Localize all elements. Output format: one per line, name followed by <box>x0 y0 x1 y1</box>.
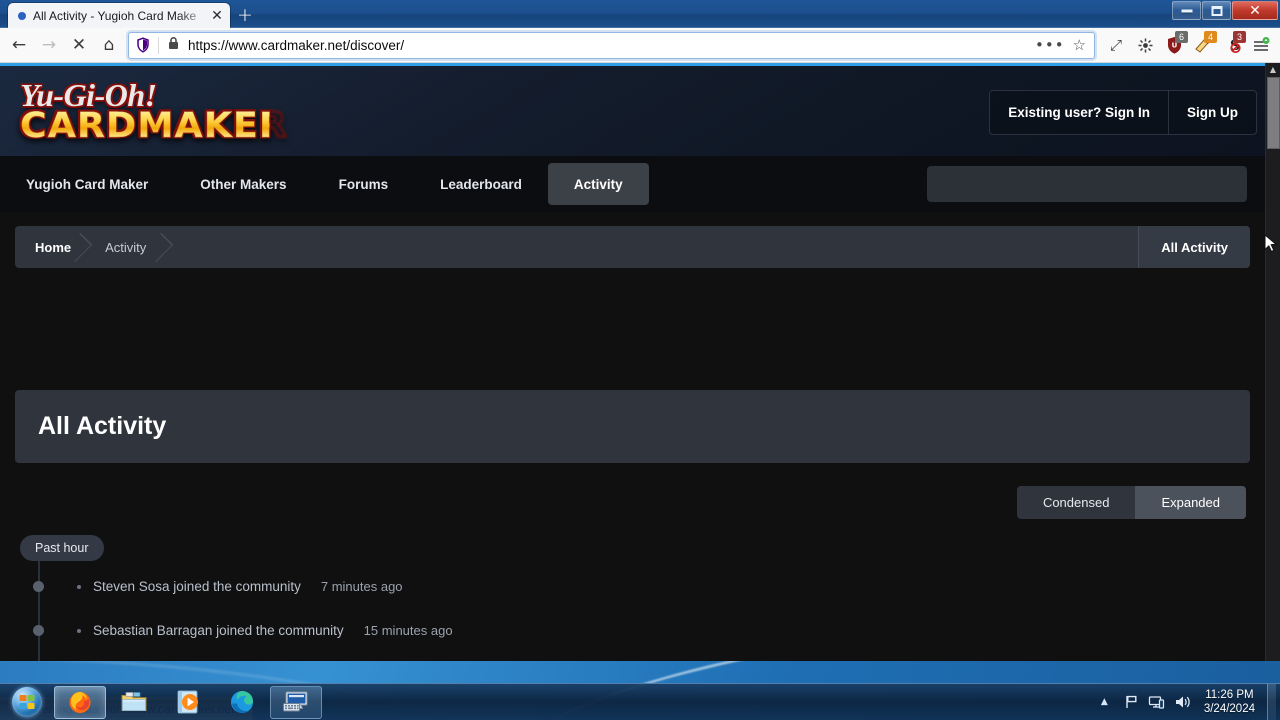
tracking-protection-shield-icon[interactable] <box>135 37 151 53</box>
page-title-panel: All Activity <box>15 390 1250 463</box>
nav-item-yugioh-card-maker[interactable]: Yugioh Card Maker <box>0 156 174 212</box>
volume-icon[interactable] <box>1170 694 1196 710</box>
bookmark-star-icon[interactable]: ☆ <box>1073 36 1088 54</box>
screen: All Activity - Yugioh Card Make ✕ + ✕ ← … <box>0 0 1280 720</box>
logo-line-2: CARDMAKER <box>20 106 288 146</box>
view-expanded-button[interactable]: Expanded <box>1135 486 1246 519</box>
page-scrollbar[interactable]: ▲ <box>1265 63 1280 661</box>
activity-text: Steven Sosa joined the community <box>93 579 301 594</box>
minimize-icon <box>1181 9 1192 12</box>
show-desktop-button[interactable] <box>1267 683 1276 720</box>
show-hidden-icons-icon[interactable]: ▲ <box>1091 697 1118 707</box>
extensions-area: ⤢ U 6 4 S 3 <box>1103 31 1280 58</box>
app-menu-icon[interactable] <box>1248 32 1274 58</box>
fullscreen-icon[interactable]: ⤢ <box>1103 32 1129 58</box>
page-content: Yu-Gi-Oh! CARDMAKER Existing user? Sign … <box>0 63 1265 661</box>
page-actions-icon[interactable]: ••• <box>1029 36 1071 54</box>
scriptblock-icon[interactable]: S 3 <box>1219 31 1246 58</box>
tab-title: All Activity - Yugioh Card Make <box>33 8 197 23</box>
taskbar-remote-desktop[interactable] <box>270 685 322 719</box>
page-viewport: Yu-Gi-Oh! CARDMAKER Existing user? Sign … <box>0 63 1280 661</box>
taskbar-edge[interactable] <box>216 686 268 719</box>
activity-stream: Past hour Steven Sosa joined the communi… <box>0 519 1265 661</box>
settings-gear-icon[interactable] <box>1132 32 1158 58</box>
breadcrumb: Home Activity All Activity <box>15 226 1250 268</box>
forward-button: → <box>41 35 57 55</box>
bullet-icon <box>77 628 81 633</box>
main-navigation: Yugioh Card Maker Other Makers Forums Le… <box>0 156 1265 212</box>
address-bar[interactable]: https://www.cardmaker.net/discover/ ••• … <box>128 31 1095 59</box>
search-input[interactable] <box>927 166 1247 202</box>
timeline-dot-icon <box>33 581 44 592</box>
badge-count: 6 <box>1175 31 1188 43</box>
badge-count: 4 <box>1204 31 1217 43</box>
activity-item[interactable]: MOLINA VARGAS THOMAS joined the communit… <box>20 656 1265 661</box>
system-tray: ▲ 11:26 PM 3/24/2024 <box>1091 683 1280 720</box>
site-logo[interactable]: Yu-Gi-Oh! CARDMAKER <box>20 79 287 144</box>
home-button[interactable]: ⌂ <box>94 30 124 60</box>
clock-time: 11:26 PM <box>1205 689 1254 701</box>
all-activity-button[interactable]: All Activity <box>1138 226 1250 268</box>
scrollbar-thumb[interactable] <box>1267 77 1280 149</box>
close-icon[interactable]: ✕ <box>208 9 226 23</box>
window-titlebar: All Activity - Yugioh Card Make ✕ + ✕ <box>0 0 1280 28</box>
bullet-icon <box>77 584 81 589</box>
breadcrumb-item-home[interactable]: Home <box>15 226 85 268</box>
tab-favicon <box>18 11 26 20</box>
browser-tab[interactable]: All Activity - Yugioh Card Make ✕ <box>8 3 230 28</box>
start-orb-icon <box>12 687 42 717</box>
activity-item[interactable]: Steven Sosa joined the community 7 minut… <box>20 568 1265 605</box>
scroll-up-icon[interactable]: ▲ <box>1266 63 1280 77</box>
timeline-dot-icon <box>33 625 44 636</box>
sign-up-button[interactable]: Sign Up <box>1169 91 1256 134</box>
activity-item[interactable]: Sebastian Barragan joined the community … <box>20 612 1265 649</box>
sign-in-button[interactable]: Existing user? Sign In <box>990 91 1169 134</box>
view-condensed-button[interactable]: Condensed <box>1017 486 1136 519</box>
activity-time: 7 minutes ago <box>320 579 403 594</box>
taskbar-firefox[interactable] <box>54 685 106 719</box>
restore-icon <box>1211 5 1222 16</box>
taskbar-media-player[interactable] <box>162 686 214 719</box>
nav-item-forums[interactable]: Forums <box>313 156 415 212</box>
nav-item-other-makers[interactable]: Other Makers <box>174 156 312 212</box>
stream-group-label: Past hour <box>20 535 104 561</box>
minimize-button[interactable] <box>1172 1 1201 20</box>
ublock-origin-icon[interactable]: U 6 <box>1161 31 1188 58</box>
clock-date: 3/24/2024 <box>1203 703 1255 715</box>
close-window-button[interactable]: ✕ <box>1232 1 1278 20</box>
view-mode-toggle: Condensed Expanded <box>1016 486 1246 519</box>
site-header: Yu-Gi-Oh! CARDMAKER Existing user? Sign … <box>0 63 1265 156</box>
breadcrumb-item-activity[interactable]: Activity <box>85 226 166 268</box>
breadcrumb-wrapper: Home Activity All Activity <box>0 212 1265 268</box>
activity-text: Sebastian Barragan joined the community <box>93 623 344 638</box>
extension-orange-icon[interactable]: 4 <box>1190 31 1217 58</box>
network-icon[interactable] <box>1144 694 1170 710</box>
secure-lock-icon <box>167 36 180 55</box>
back-button[interactable]: ← <box>4 30 34 60</box>
stop-button[interactable]: ✕ <box>64 30 94 60</box>
activity-time: 15 minutes ago <box>363 623 453 638</box>
new-tab-button[interactable]: + <box>232 4 258 27</box>
page-title: All Activity <box>38 412 167 440</box>
taskbar-file-explorer[interactable] <box>108 686 160 719</box>
clock[interactable]: 11:26 PM 3/24/2024 <box>1196 688 1267 716</box>
auth-buttons: Existing user? Sign In Sign Up <box>989 90 1257 135</box>
nav-item-activity[interactable]: Activity <box>547 163 649 205</box>
window-controls: ✕ <box>1171 1 1278 20</box>
start-button[interactable] <box>2 685 52 720</box>
close-icon: ✕ <box>1249 2 1261 19</box>
url-divider <box>158 36 159 54</box>
network-flag-icon[interactable] <box>1118 694 1144 710</box>
restore-button[interactable] <box>1202 1 1231 20</box>
badge-count: 3 <box>1233 31 1246 43</box>
taskbar: ▲ 11:26 PM 3/24/2024 <box>0 683 1280 720</box>
browser-toolbar: ← → ✕ ⌂ https://www.cardmaker.net/discov… <box>0 28 1280 63</box>
url-text: https://www.cardmaker.net/discover/ <box>188 37 405 53</box>
address-bar-actions: ••• ☆ <box>1029 36 1088 54</box>
nav-item-leaderboard[interactable]: Leaderboard <box>414 156 548 212</box>
mouse-cursor <box>1264 233 1278 259</box>
